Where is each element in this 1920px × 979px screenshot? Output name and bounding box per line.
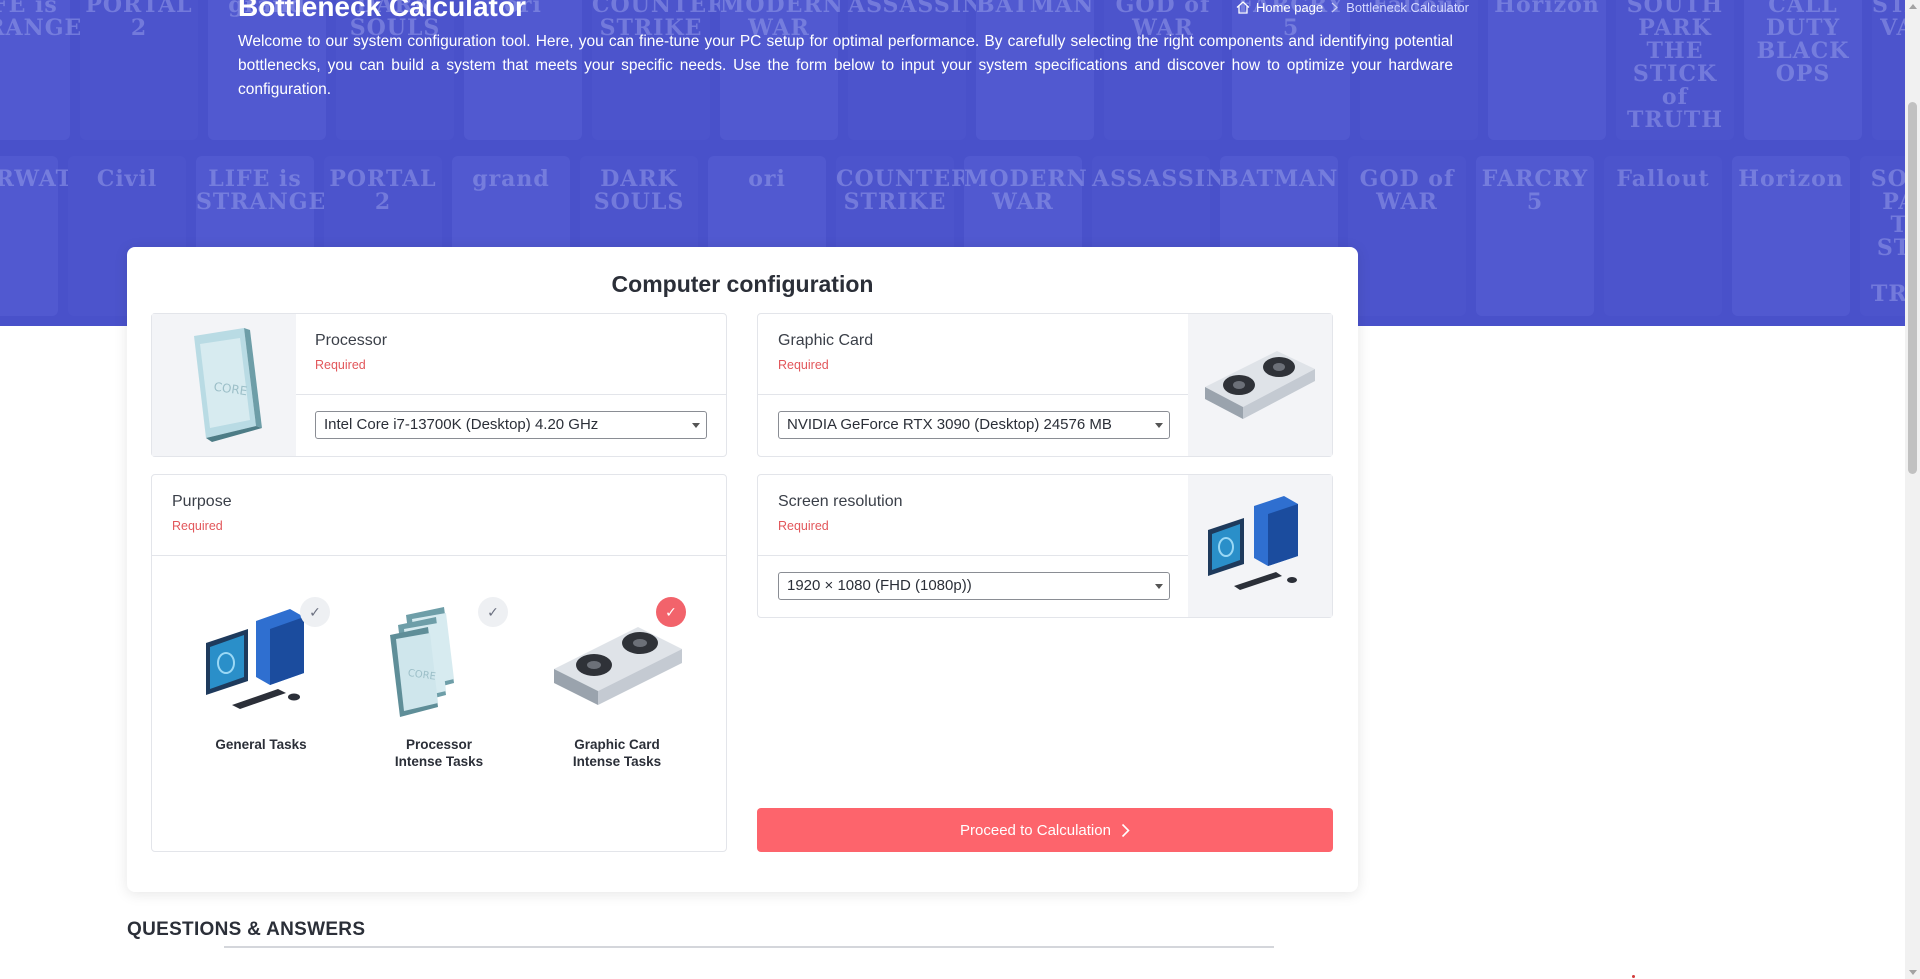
dropdown-caret-icon — [692, 423, 700, 428]
divider — [152, 555, 726, 556]
purpose-option-label: Graphic Card Intense Tasks — [542, 736, 692, 770]
breadcrumb-home-link[interactable]: Home page — [1236, 0, 1323, 15]
graphic-card-label: Graphic Card — [778, 332, 874, 349]
purpose-option-line1: Graphic Card — [574, 737, 660, 752]
divider — [758, 555, 1190, 556]
decorative-dot — [1632, 975, 1635, 978]
purpose-required: Required — [172, 519, 223, 533]
scroll-up-icon[interactable] — [1909, 4, 1917, 9]
check-icon: ✓ — [478, 597, 508, 627]
processor-selected-value: Intel Core i7-13700K (Desktop) 4.20 GHz — [324, 416, 599, 433]
qa-divider — [224, 946, 1274, 948]
screen-resolution-panel: Screen resolution Required 1920 × 1080 (… — [757, 474, 1333, 618]
graphic-card-selected-value: NVIDIA GeForce RTX 3090 (Desktop) 24576 … — [787, 416, 1112, 433]
proceed-to-calculation-button[interactable]: Proceed to Calculation — [757, 808, 1333, 852]
dropdown-caret-icon — [1155, 423, 1163, 428]
purpose-option-graphic-card-intense[interactable]: ✓ Graphic Card Intense Tasks — [542, 597, 692, 770]
purpose-option-general-tasks[interactable]: ✓ General Tasks — [186, 597, 336, 753]
dropdown-caret-icon — [1155, 584, 1163, 589]
graphic-card-thumbnail — [1188, 314, 1332, 456]
scroll-down-icon[interactable] — [1909, 970, 1917, 975]
purpose-option-line1: General Tasks — [215, 737, 307, 752]
page-description: Welcome to our system configuration tool… — [238, 33, 1453, 98]
scrollbar-thumb[interactable] — [1908, 102, 1917, 474]
divider — [758, 394, 1190, 395]
purpose-label: Purpose — [172, 493, 232, 510]
cpu-chip-icon: CORE — [194, 328, 262, 442]
card-title: Computer configuration — [611, 271, 874, 297]
questions-answers-heading: QUESTIONS & ANSWERS — [127, 919, 366, 940]
processor-intense-image: CORE ✓ — [364, 597, 514, 728]
processor-panel: CORE Processor Required Intel Core i7-13… — [151, 313, 727, 457]
purpose-option-label: General Tasks — [186, 736, 336, 753]
graphic-card-intense-image: ✓ — [542, 597, 692, 728]
breadcrumb: Home page Bottleneck Calculator — [1236, 0, 1469, 15]
processor-label: Processor — [315, 332, 388, 349]
desktop-setup-icon — [1208, 496, 1298, 590]
purpose-option-line2: Intense Tasks — [394, 754, 484, 769]
screen-resolution-label: Screen resolution — [778, 493, 903, 510]
screen-resolution-required: Required — [778, 519, 829, 533]
purpose-option-line1: Processor — [405, 737, 473, 752]
purpose-option-label: Processor Intense Tasks — [364, 736, 514, 770]
proceed-button-label: Proceed to Calculation — [960, 821, 1111, 839]
graphic-card-required: Required — [778, 358, 829, 372]
chevron-right-icon — [1121, 823, 1130, 837]
check-icon: ✓ — [656, 597, 686, 627]
screen-resolution-select[interactable]: 1920 × 1080 (FHD (1080p)) — [778, 572, 1170, 600]
breadcrumb-home-label: Home page — [1255, 0, 1324, 15]
general-tasks-image: ✓ — [186, 597, 336, 728]
home-icon — [1236, 1, 1250, 14]
breadcrumb-current: Bottleneck Calculator — [1346, 0, 1469, 15]
purpose-option-line2: Intense Tasks — [572, 754, 662, 769]
chevron-right-icon — [1331, 2, 1339, 13]
page-title: Bottleneck Calculator — [238, 0, 526, 22]
processor-thumbnail: CORE — [152, 314, 296, 456]
graphic-card-select[interactable]: NVIDIA GeForce RTX 3090 (Desktop) 24576 … — [778, 411, 1170, 439]
check-icon: ✓ — [300, 597, 330, 627]
purpose-panel: Purpose Required ✓ General Tasks CORE ✓ … — [151, 474, 727, 852]
graphic-card-panel: Graphic Card Required NVIDIA GeForce RTX… — [757, 313, 1333, 457]
page-scrollbar[interactable] — [1905, 0, 1920, 979]
purpose-option-processor-intense[interactable]: CORE ✓ Processor Intense Tasks — [364, 597, 514, 770]
screen-resolution-thumbnail — [1188, 475, 1332, 617]
screen-resolution-selected-value: 1920 × 1080 (FHD (1080p)) — [787, 577, 972, 594]
gpu-icon — [1205, 351, 1315, 419]
divider — [296, 394, 726, 395]
processor-select[interactable]: Intel Core i7-13700K (Desktop) 4.20 GHz — [315, 411, 707, 439]
processor-required: Required — [315, 358, 366, 372]
